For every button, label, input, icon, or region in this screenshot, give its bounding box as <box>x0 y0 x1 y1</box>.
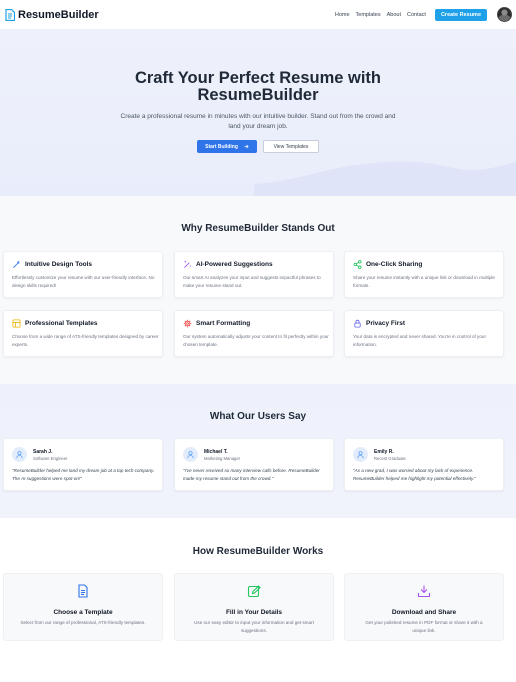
nav-link-templates[interactable]: Templates <box>356 12 381 18</box>
testimonial-name: Emily R. <box>374 448 394 455</box>
hero-title-line-1: Craft Your Perfect Resume with <box>134 69 382 87</box>
top-navbar: ResumeBuilder Home Templates About Conta… <box>0 0 516 30</box>
step-title: Fill in Your Details <box>225 609 283 616</box>
feature-description: Share your resume instantly with a uniqu… <box>353 275 495 288</box>
feature-card-design-tools: Intuitive Design Tools Effortlessly cust… <box>3 251 163 298</box>
sparkle-wand-icon <box>183 260 192 268</box>
feature-title: Professional Templates <box>25 320 98 327</box>
testimonial-quote: "I've never received so many interview c… <box>183 468 320 481</box>
step-description: Get your polished resume in PDF format o… <box>365 620 483 633</box>
share-icon <box>353 260 362 269</box>
testimonial-name: Michael T. <box>204 448 228 455</box>
feature-title: AI-Powered Suggestions <box>196 261 273 268</box>
start-building-button[interactable]: Start Building <box>197 140 257 153</box>
testimonial-role: Recent Graduate <box>374 455 406 461</box>
testimonial-quote: "ResumeBuilder helped me land my dream j… <box>12 468 155 481</box>
features-title: Why ResumeBuilder Stands Out <box>181 223 335 234</box>
step-title: Download and Share <box>391 609 457 616</box>
user-avatar-icon <box>12 447 27 462</box>
hero-wave-decoration <box>254 161 516 196</box>
magic-wand-icon <box>13 260 20 268</box>
hero-title: Craft Your Perfect Resume with ResumeBui… <box>0 70 516 104</box>
testimonial-card: Emily R. Recent Graduate "As a new grad,… <box>344 438 504 491</box>
feature-description: Our system automatically adjusts your co… <box>183 334 329 347</box>
document-icon <box>78 584 88 598</box>
user-avatar[interactable] <box>497 7 512 22</box>
feature-description: Your data is encrypted and never shared.… <box>353 334 486 347</box>
feature-card-privacy: Privacy First Your data is encrypted and… <box>344 310 504 357</box>
how-it-works-title: How ResumeBuilder Works <box>192 546 324 557</box>
start-building-label: Start Building <box>205 143 238 150</box>
step-title: Choose a Template <box>53 609 113 616</box>
brand-logo[interactable]: ResumeBuilder <box>5 8 99 21</box>
user-avatar-icon <box>183 447 198 462</box>
lock-icon <box>354 319 361 328</box>
template-icon <box>12 319 21 328</box>
feature-card-sharing: One-Click Sharing Share your resume inst… <box>344 251 504 298</box>
testimonial-role: Marketing Manager <box>204 455 241 461</box>
nav-link-contact[interactable]: Contact <box>407 12 426 18</box>
testimonial-name: Sarah J. <box>33 448 53 455</box>
testimonials-title: What Our Users Say <box>209 411 307 422</box>
brand-name: ResumeBuilder <box>18 8 99 21</box>
testimonial-role: Software Engineer <box>33 455 68 461</box>
gear-icon <box>183 319 192 328</box>
view-templates-button[interactable]: View Templates <box>263 140 319 153</box>
testimonial-quote: "As a new grad, I was worried about my l… <box>353 468 476 481</box>
feature-card-formatting: Smart Formatting Our system automaticall… <box>174 310 334 357</box>
feature-description: Choose from a wide range of ATS-friendly… <box>12 334 159 347</box>
testimonial-card: Sarah J. Software Engineer "ResumeBuilde… <box>3 438 163 491</box>
feature-card-ai-suggestions: AI-Powered Suggestions Our smart AI anal… <box>174 251 334 298</box>
user-avatar-icon <box>353 447 368 462</box>
feature-card-templates: Professional Templates Choose from a wid… <box>3 310 163 357</box>
feature-title: Privacy First <box>366 320 406 327</box>
nav-link-about[interactable]: About <box>387 12 401 18</box>
hero-subtitle: Create a professional resume in minutes … <box>120 113 396 130</box>
feature-description: Effortlessly customize your resume with … <box>12 275 155 288</box>
arrow-right-icon <box>244 144 249 149</box>
feature-title: Smart Formatting <box>196 320 251 327</box>
feature-title: One-Click Sharing <box>366 261 423 268</box>
step-card-fill-details: Fill in Your Details Use our easy editor… <box>174 573 334 641</box>
hero-title-line-2: ResumeBuilder <box>197 86 319 104</box>
step-description: Use our easy editor to input your inform… <box>194 620 314 633</box>
step-card-download-share: Download and Share Get your polished res… <box>344 573 504 641</box>
create-resume-button[interactable]: Create Resume <box>434 8 487 21</box>
nav-link-home[interactable]: Home <box>335 12 350 18</box>
testimonial-card: Michael T. Marketing Manager "I've never… <box>174 438 334 491</box>
hero-section: Craft Your Perfect Resume with ResumeBui… <box>0 30 516 196</box>
nav-links: Home Templates About Contact Create Resu… <box>335 7 512 22</box>
edit-icon <box>247 585 261 598</box>
feature-title: Intuitive Design Tools <box>25 261 93 268</box>
download-icon <box>417 585 431 598</box>
step-card-choose-template: Choose a Template Select from our range … <box>3 573 163 641</box>
hero-buttons: Start Building View Templates <box>0 140 516 153</box>
feature-description: Our smart AI analyzes your input and sug… <box>183 275 321 288</box>
step-description: Select from our range of professional, A… <box>20 620 146 625</box>
document-logo-icon <box>5 8 15 21</box>
